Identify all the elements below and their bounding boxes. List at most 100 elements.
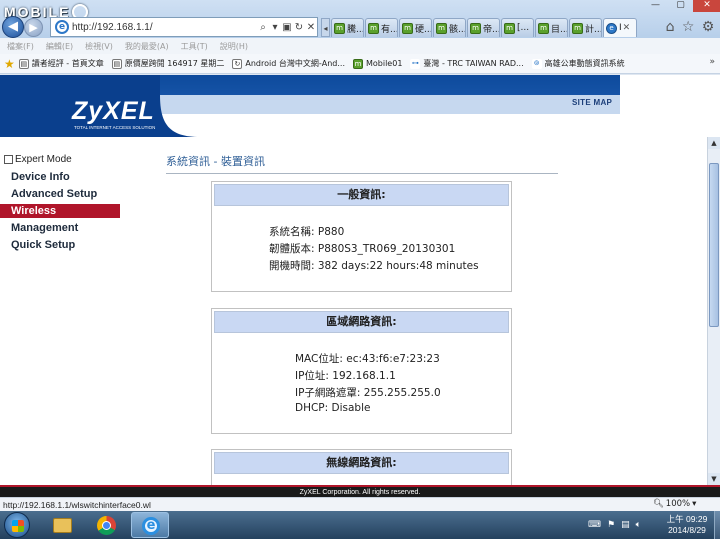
menu-tools[interactable]: 工具(T) [181,41,208,52]
refresh-icon[interactable]: ↻ [293,22,305,33]
mobile01-icon: m [504,22,515,34]
clock-time: 上午 09:29 [666,514,708,524]
chevron-double-right-icon[interactable]: » [709,57,715,67]
mobile01-icon: m [572,22,583,34]
favorite-link[interactable]: m Mobile01 [352,58,402,69]
taskbar-internet-explorer[interactable]: e [131,512,169,538]
menu-help[interactable]: 說明(H) [220,41,248,52]
mobile01-icon: m [334,22,345,34]
sidebar-item-advanced-setup[interactable]: Advanced Setup [0,187,120,201]
router-content: 系統資訊 - 裝置資訊 一般資訊: 系統名稱: P880 韌體版本: P880S… [120,137,707,485]
tab[interactable]: m 計... [569,18,602,37]
expert-mode-checkbox[interactable] [4,155,13,164]
favorite-label: 原價屋跨閱 164917 星期二 [124,59,225,68]
close-window-button[interactable]: ✕ [693,0,720,12]
tab[interactable]: m 騰... [331,18,364,37]
general-info-title: 一般資訊: [214,184,509,206]
minimize-button[interactable]: — [643,0,668,12]
favorite-label: 讀者經評 - 首頁文章 [31,59,104,68]
forward-button[interactable]: ▶ [24,18,43,37]
menu-edit[interactable]: 編輯(E) [46,41,73,52]
close-tab-icon[interactable]: ✕ [623,23,631,33]
dropdown-arrow-icon[interactable]: ▾ [269,22,281,33]
sidebar-item-device-info[interactable]: Device Info [0,170,120,184]
taskbar-clock[interactable]: 上午 09:29 2014/8/29 [661,514,713,536]
system-tray: ⌨ ⚑ ▤ 🔈︎ [588,515,641,535]
compatibility-view-icon[interactable]: ▣ [281,22,293,33]
lan-info-title: 區域網路資訊: [214,311,509,333]
mobile01-icon: m [470,22,481,34]
ie-icon: e [142,517,160,535]
favorites-star-icon[interactable]: ★ [4,57,15,71]
tab-label: 騰... [347,24,364,35]
site-map-link[interactable]: SITE MAP [572,98,612,107]
expert-mode-label: Expert Mode [15,154,72,165]
uptime-row: 開機時間: 382 days:22 hours:48 minutes [269,260,479,272]
favorite-link[interactable]: ⊚ 高雄公車動態資訊系統 [531,58,625,69]
clock-date: 2014/8/29 [668,525,706,535]
back-button[interactable]: ◀ [2,16,24,38]
sidebar-item-wireless[interactable]: Wireless [0,204,120,218]
stop-icon[interactable]: ✕ [305,22,317,33]
tab-label: 骸... [449,24,466,35]
sidebar-item-management[interactable]: Management [0,221,120,235]
expert-mode-toggle[interactable]: Expert Mode [4,154,72,165]
taskbar: e ⌨ ⚑ ▤ 🔈︎ 上午 09:29 2014/8/29 [0,511,720,539]
general-info-panel: 一般資訊: 系統名稱: P880 韌體版本: P880S3_TR069_2013… [211,181,512,292]
wireless-info-panel: 無線網路資訊: [211,449,512,485]
scrollbar-thumb[interactable] [709,163,719,327]
zoom-control[interactable]: 🔍︎ 100% ▾ [653,499,696,509]
favorite-link[interactable]: ↻ Android 台灣中文網-And... [232,58,345,69]
mobile01-icon: m [436,22,447,34]
zyxel-tagline: TOTAL INTERNET ACCESS SOLUTION [74,125,156,130]
tab[interactable]: m 硬... [399,18,432,37]
volume-icon[interactable]: 🔈︎ [636,520,641,530]
home-icon[interactable]: ⌂ [666,19,675,35]
tab-scroll-left-icon[interactable]: ◂ [321,18,330,37]
mobile01-icon: m [538,22,549,34]
vertical-scrollbar[interactable]: ▲ ▼ [707,137,720,485]
tab[interactable]: m [... [501,18,534,37]
favorite-link[interactable]: ⊶ 臺灣 - TRC TAIWAN RAD... [410,58,524,69]
taskbar-chrome[interactable] [87,512,125,538]
favorite-label: 高雄公車動態資訊系統 [544,59,625,68]
flag-icon[interactable]: ⚑ [607,520,615,530]
search-icon[interactable]: ⌕ [257,22,269,33]
tab-active[interactable]: e I ✕ [603,18,637,37]
menu-view[interactable]: 檢視(V) [85,41,113,52]
favorites-star-icon[interactable]: ☆ [682,19,695,35]
browser-title-bar: MOBILE — ▢ ✕ ◀ ▶ e http://192.168.1.1/ ⌕… [0,0,720,38]
router-sidebar: Expert Mode Device Info Advanced Setup W… [0,137,120,485]
favorites-bar: ★ ▤ 讀者經評 - 首頁文章 ▤ 原價屋跨閱 164917 星期二 ↻ Androi… [0,54,720,74]
zyxel-logo[interactable]: ZyXEL [72,97,155,126]
scroll-down-icon[interactable]: ▼ [708,473,720,485]
keyboard-icon[interactable]: ⌨ [588,520,601,530]
show-desktop-button[interactable] [714,511,720,539]
maximize-button[interactable]: ▢ [668,0,693,12]
sidebar-item-quick-setup[interactable]: Quick Setup [0,238,120,252]
title-divider [166,173,558,174]
network-icon[interactable]: ▤ [621,520,630,530]
document-icon: ▤ [111,58,122,69]
menu-favorites[interactable]: 我的最愛(A) [125,41,169,52]
tab[interactable]: m 骸... [433,18,466,37]
menu-file[interactable]: 檔案(F) [7,41,34,52]
address-bar[interactable]: e http://192.168.1.1/ ⌕ ▾ ▣ ↻ ✕ [50,17,318,37]
address-url[interactable]: http://192.168.1.1/ [72,22,257,33]
chevron-down-icon: ▾ [692,499,697,509]
status-url: http://192.168.1.1/wlswitchinterface0.wl [3,499,151,510]
start-button[interactable] [4,512,30,538]
favorite-link[interactable]: ▤ 原價屋跨閱 164917 星期二 [111,58,225,69]
scroll-up-icon[interactable]: ▲ [708,137,720,149]
tab[interactable]: m 目... [535,18,568,37]
ie-page-icon: e [55,20,69,34]
browser-toolbar-icons: ⌂ ☆ ⚙ [662,17,718,37]
favorite-link[interactable]: ▤ 讀者經評 - 首頁文章 [18,58,104,69]
taskbar-explorer[interactable] [43,512,81,538]
tools-gear-icon[interactable]: ⚙ [702,19,715,35]
firmware-version-row: 韌體版本: P880S3_TR069_20130301 [269,243,456,255]
signal-icon: ⊶ [410,58,421,69]
tab[interactable]: m 帝... [467,18,500,37]
tab-label: [... [517,23,530,33]
tab[interactable]: m 有... [365,18,398,37]
